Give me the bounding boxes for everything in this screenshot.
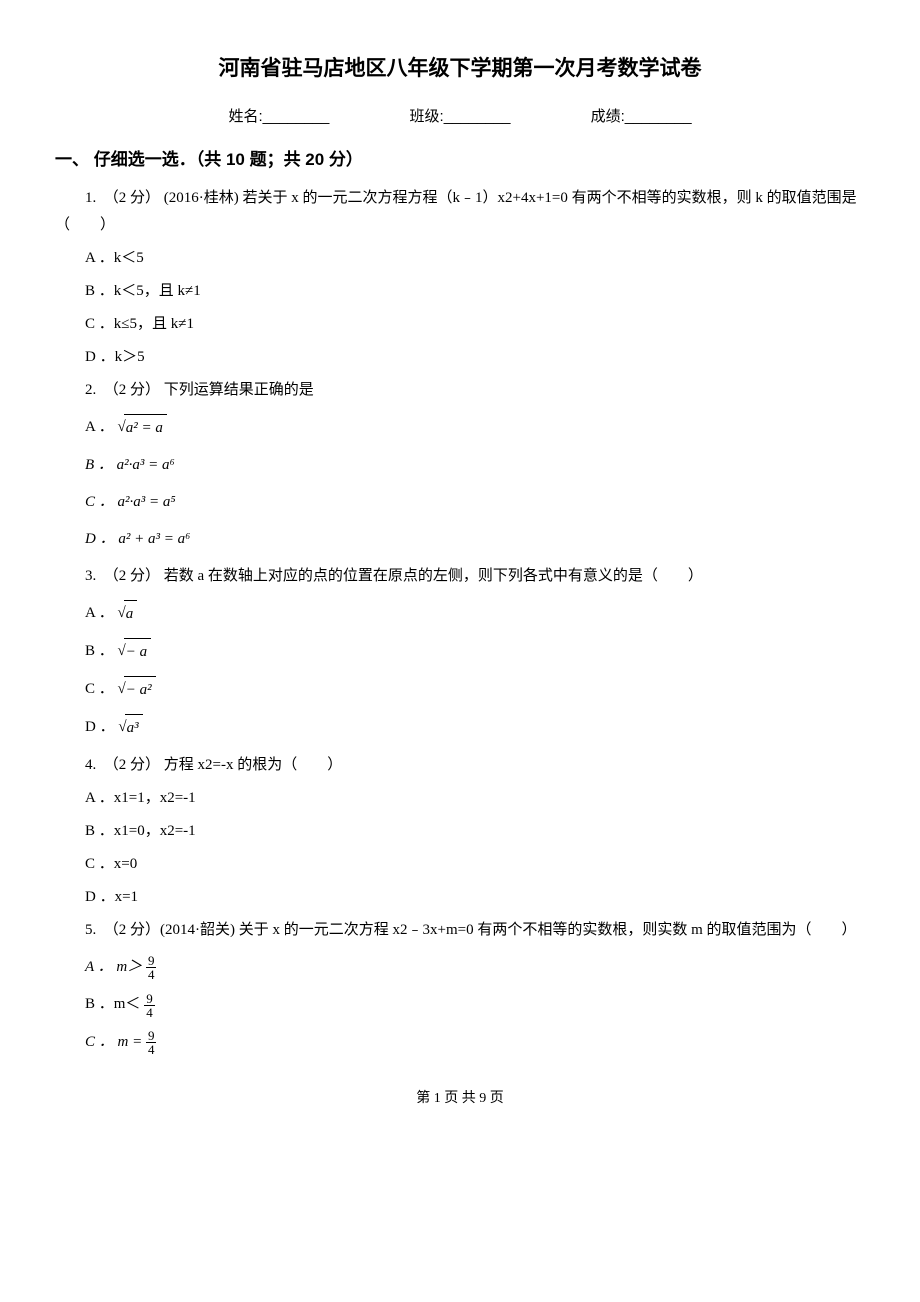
q2-option-d[interactable]: D ． a² + a³ = a⁶: [85, 526, 865, 553]
q2-option-a[interactable]: A ． √a² = a: [85, 414, 865, 442]
option-label: B ．: [85, 643, 114, 659]
q4-option-a[interactable]: A ．x1=1，x2=-1: [85, 785, 865, 812]
question-5: 5. （2 分）(2014·韶关) 关于 x 的一元二次方程 x2﹣3x+m=0…: [55, 917, 865, 944]
q3-option-c[interactable]: C ． √− a²: [85, 676, 865, 704]
option-label: C ．: [85, 681, 114, 697]
option-label: A ． m＞: [85, 959, 142, 975]
fraction-icon: 94: [146, 1029, 157, 1056]
sqrt-icon: √− a²: [118, 676, 156, 704]
section-1-header: 一、 仔细选一选．（共 10 题；共 20 分）: [55, 145, 865, 176]
sqrt-icon: √a: [118, 600, 138, 628]
q3-option-d[interactable]: D ． √a³: [85, 714, 865, 742]
q5-option-b[interactable]: B ．m＜ 94: [85, 991, 865, 1018]
score-field[interactable]: 成绩:________: [591, 103, 692, 130]
numerator: 9: [146, 1029, 157, 1043]
radicand: a³: [125, 714, 143, 742]
sqrt-icon: √a² = a: [118, 414, 167, 442]
q5-option-c[interactable]: C ． m = 94: [85, 1029, 865, 1056]
fraction-icon: 94: [144, 992, 155, 1019]
radicand: a² = a: [124, 414, 167, 442]
q4-option-c[interactable]: C ．x=0: [85, 851, 865, 878]
q1-option-a[interactable]: A ．k＜5: [85, 245, 865, 272]
q4-option-b[interactable]: B ．x1=0，x2=-1: [85, 818, 865, 845]
sqrt-icon: √a³: [118, 714, 142, 742]
question-1: 1. （2 分） (2016·桂林) 若关于 x 的一元二次方程方程（k﹣1）x…: [55, 185, 865, 239]
q3-option-b[interactable]: B ． √− a: [85, 638, 865, 666]
student-info-line: 姓名:________ 班级:________ 成绩:________: [55, 103, 865, 130]
question-2: 2. （2 分） 下列运算结果正确的是: [55, 377, 865, 404]
q1-option-c[interactable]: C ．k≤5，且 k≠1: [85, 311, 865, 338]
option-label: A ．: [85, 419, 114, 435]
radicand: − a²: [124, 676, 156, 704]
option-label: B ．m＜: [85, 996, 144, 1012]
q1-option-b[interactable]: B ．k＜5，且 k≠1: [85, 278, 865, 305]
numerator: 9: [146, 954, 157, 968]
radicand: − a: [124, 638, 151, 666]
option-label: D ．: [85, 719, 115, 735]
q3-option-a[interactable]: A ． √a: [85, 600, 865, 628]
denominator: 4: [146, 1043, 157, 1056]
denominator: 4: [144, 1006, 155, 1019]
q1-option-d[interactable]: D ．k＞5: [85, 344, 865, 371]
option-label: C ． m =: [85, 1034, 146, 1050]
exam-title: 河南省驻马店地区八年级下学期第一次月考数学试卷: [55, 50, 865, 88]
numerator: 9: [144, 992, 155, 1006]
fraction-icon: 94: [146, 954, 157, 981]
q4-option-d[interactable]: D ．x=1: [85, 884, 865, 911]
q2-option-b[interactable]: B ． a²·a³ = a⁶: [85, 452, 865, 479]
option-label: A ．: [85, 605, 114, 621]
name-field[interactable]: 姓名:________: [228, 103, 329, 130]
page-footer: 第 1 页 共 9 页: [55, 1086, 865, 1111]
radicand: a: [124, 600, 138, 628]
question-4: 4. （2 分） 方程 x2=-x 的根为（ ）: [55, 752, 865, 779]
question-3: 3. （2 分） 若数 a 在数轴上对应的点的位置在原点的左侧，则下列各式中有意…: [55, 563, 865, 590]
class-field[interactable]: 班级:________: [410, 103, 511, 130]
q2-option-c[interactable]: C ． a²·a³ = a⁵: [85, 489, 865, 516]
q5-option-a[interactable]: A ． m＞ 94: [85, 954, 865, 981]
sqrt-icon: √− a: [118, 638, 152, 666]
denominator: 4: [146, 968, 157, 981]
